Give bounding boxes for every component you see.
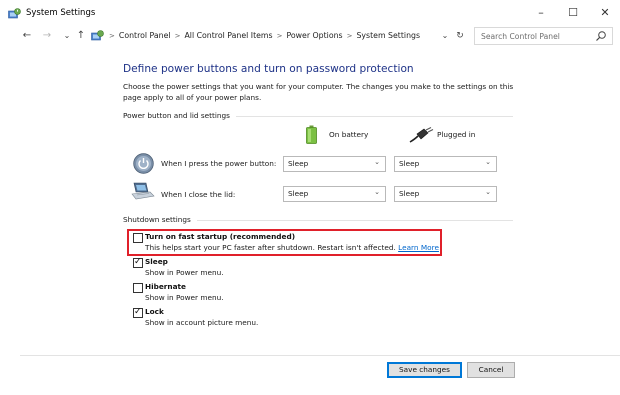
fast-startup-title: Turn on fast startup (recommended) (145, 232, 296, 241)
breadcrumb-separator: > (346, 32, 353, 40)
power-button-icon (133, 153, 154, 174)
hibernate-checkbox[interactable] (133, 283, 143, 293)
page-heading: Define power buttons and turn on passwor… (123, 63, 414, 75)
hibernate-description: Show in Power menu. (145, 293, 224, 302)
search-icon[interactable] (595, 30, 607, 42)
column-header-plugged-in: Plugged in (437, 130, 476, 139)
back-arrow-icon[interactable]: ← (20, 29, 34, 43)
sleep-description: Show in Power menu. (145, 268, 224, 277)
chevron-down-icon: ⌄ (485, 158, 491, 166)
maximize-button[interactable]: ☐ (562, 4, 584, 22)
checkmark-icon: ✓ (134, 307, 142, 317)
power-button-plugged-in-select[interactable]: Sleep ⌄ (394, 156, 497, 172)
hibernate-title: Hibernate (145, 282, 186, 291)
sleep-checkbox[interactable]: ✓ (133, 257, 143, 268)
breadcrumb-separator: > (174, 32, 181, 40)
breadcrumb-system-settings[interactable]: System Settings (356, 31, 420, 40)
breadcrumb-all-items[interactable]: All Control Panel Items (184, 31, 272, 40)
fast-startup-checkbox[interactable] (133, 233, 143, 243)
lock-title: Lock (145, 307, 164, 316)
chevron-down-icon: ⌄ (374, 158, 380, 166)
title-bar: System Settings – ☐ ✕ (0, 0, 620, 28)
section-title-shutdown: Shutdown settings (123, 215, 197, 224)
fast-startup-desc-text: This helps start your PC faster after sh… (145, 243, 396, 252)
breadcrumb-control-panel[interactable]: Control Panel (119, 31, 171, 40)
breadcrumb: > Control Panel > All Control Panel Items > P… (105, 31, 420, 40)
cancel-button[interactable]: Cancel (467, 362, 515, 378)
select-value: Sleep (288, 189, 309, 198)
column-header-on-battery: On battery (329, 130, 369, 139)
checkmark-icon: ✓ (134, 257, 142, 267)
power-button-on-battery-select[interactable]: Sleep ⌄ (283, 156, 386, 172)
sleep-title: Sleep (145, 257, 168, 266)
laptop-lid-icon (131, 182, 155, 200)
select-value: Sleep (399, 189, 420, 198)
footer-divider (20, 355, 620, 356)
section-title-power: Power button and lid settings (123, 111, 236, 120)
close-button[interactable]: ✕ (594, 4, 616, 22)
select-value: Sleep (288, 159, 309, 168)
up-arrow-icon[interactable]: ↑ (74, 29, 88, 43)
chevron-down-icon: ⌄ (485, 188, 491, 196)
lock-description: Show in account picture menu. (145, 318, 259, 327)
system-settings-icon (8, 8, 21, 19)
select-value: Sleep (399, 159, 420, 168)
lock-checkbox[interactable]: ✓ (133, 307, 143, 318)
fast-startup-description: This helps start your PC faster after sh… (145, 243, 439, 252)
breadcrumb-separator: > (109, 32, 115, 40)
lid-close-on-battery-select[interactable]: Sleep ⌄ (283, 186, 386, 202)
breadcrumb-power-options[interactable]: Power Options (286, 31, 342, 40)
lid-close-plugged-in-select[interactable]: Sleep ⌄ (394, 186, 497, 202)
battery-icon (306, 125, 317, 144)
page-description: Choose the power settings that you want … (123, 82, 514, 102)
address-dropdown-icon[interactable]: ⌄ (439, 30, 451, 42)
search-box[interactable] (474, 27, 613, 45)
forward-arrow-icon[interactable]: → (40, 29, 54, 43)
lid-close-label: When I close the lid: (161, 190, 236, 199)
search-input[interactable] (481, 30, 591, 43)
save-changes-button[interactable]: Save changes (387, 362, 462, 378)
power-button-label: When I press the power button: (161, 159, 277, 168)
learn-more-link[interactable]: Learn More (398, 243, 439, 252)
recent-locations-icon[interactable]: ⌄ (60, 29, 74, 43)
minimize-button[interactable]: – (530, 4, 552, 22)
breadcrumb-separator: > (276, 32, 283, 40)
window-title: System Settings (26, 8, 96, 18)
chevron-down-icon: ⌄ (374, 188, 380, 196)
refresh-icon[interactable]: ↻ (454, 30, 466, 42)
control-panel-icon (91, 30, 104, 41)
power-plug-icon (409, 127, 434, 143)
